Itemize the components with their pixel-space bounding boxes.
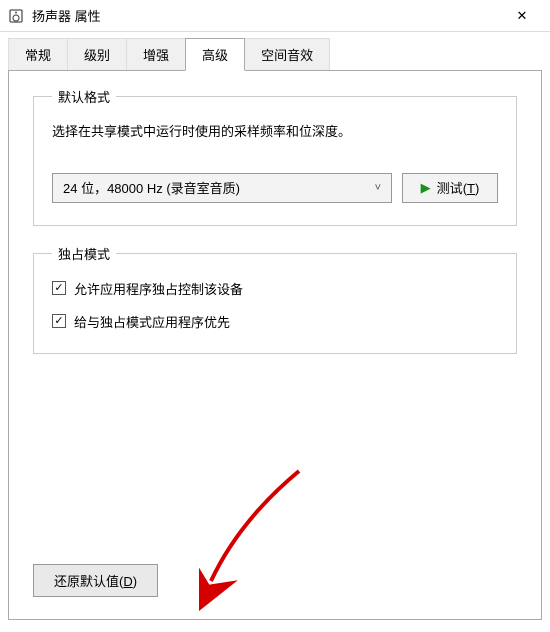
restore-defaults-button[interactable]: 还原默认值(D): [33, 564, 158, 597]
tab-panel-advanced: 默认格式 选择在共享模式中运行时使用的采样频率和位深度。 24 位，48000 …: [8, 70, 542, 620]
default-format-legend: 默认格式: [52, 87, 116, 106]
test-button-label: 测试(T): [437, 178, 480, 197]
chevron-down-icon: ˅: [375, 182, 381, 194]
give-priority-label: 给与独占模式应用程序优先: [74, 312, 230, 331]
sample-format-select[interactable]: 24 位，48000 Hz (录音室音质) ˅: [52, 173, 392, 203]
sample-format-value: 24 位，48000 Hz (录音室音质): [63, 178, 240, 197]
default-format-group: 默认格式 选择在共享模式中运行时使用的采样频率和位深度。 24 位，48000 …: [33, 87, 517, 226]
close-button[interactable]: ✕: [502, 0, 542, 32]
tab-levels[interactable]: 级别: [67, 38, 127, 71]
allow-exclusive-checkbox[interactable]: [52, 281, 66, 295]
close-icon: ✕: [517, 8, 528, 24]
restore-defaults-label: 还原默认值(D): [54, 574, 137, 589]
allow-exclusive-label: 允许应用程序独占控制该设备: [74, 279, 243, 298]
exclusive-mode-legend: 独占模式: [52, 244, 116, 263]
speaker-icon: [8, 8, 24, 24]
give-priority-checkbox[interactable]: [52, 314, 66, 328]
tab-spatial[interactable]: 空间音效: [244, 38, 330, 71]
play-icon: ▶: [421, 180, 431, 196]
tab-general[interactable]: 常规: [8, 38, 68, 71]
test-button[interactable]: ▶ 测试(T): [402, 173, 498, 203]
window-title: 扬声器 属性: [32, 6, 502, 25]
exclusive-mode-group: 独占模式 允许应用程序独占控制该设备 给与独占模式应用程序优先: [33, 244, 517, 354]
tab-bar: 常规 级别 增强 高级 空间音效: [0, 38, 550, 71]
default-format-description: 选择在共享模式中运行时使用的采样频率和位深度。: [52, 122, 498, 143]
annotation-arrow: [199, 461, 319, 611]
tab-enhance[interactable]: 增强: [126, 38, 186, 71]
tab-advanced[interactable]: 高级: [185, 38, 245, 71]
